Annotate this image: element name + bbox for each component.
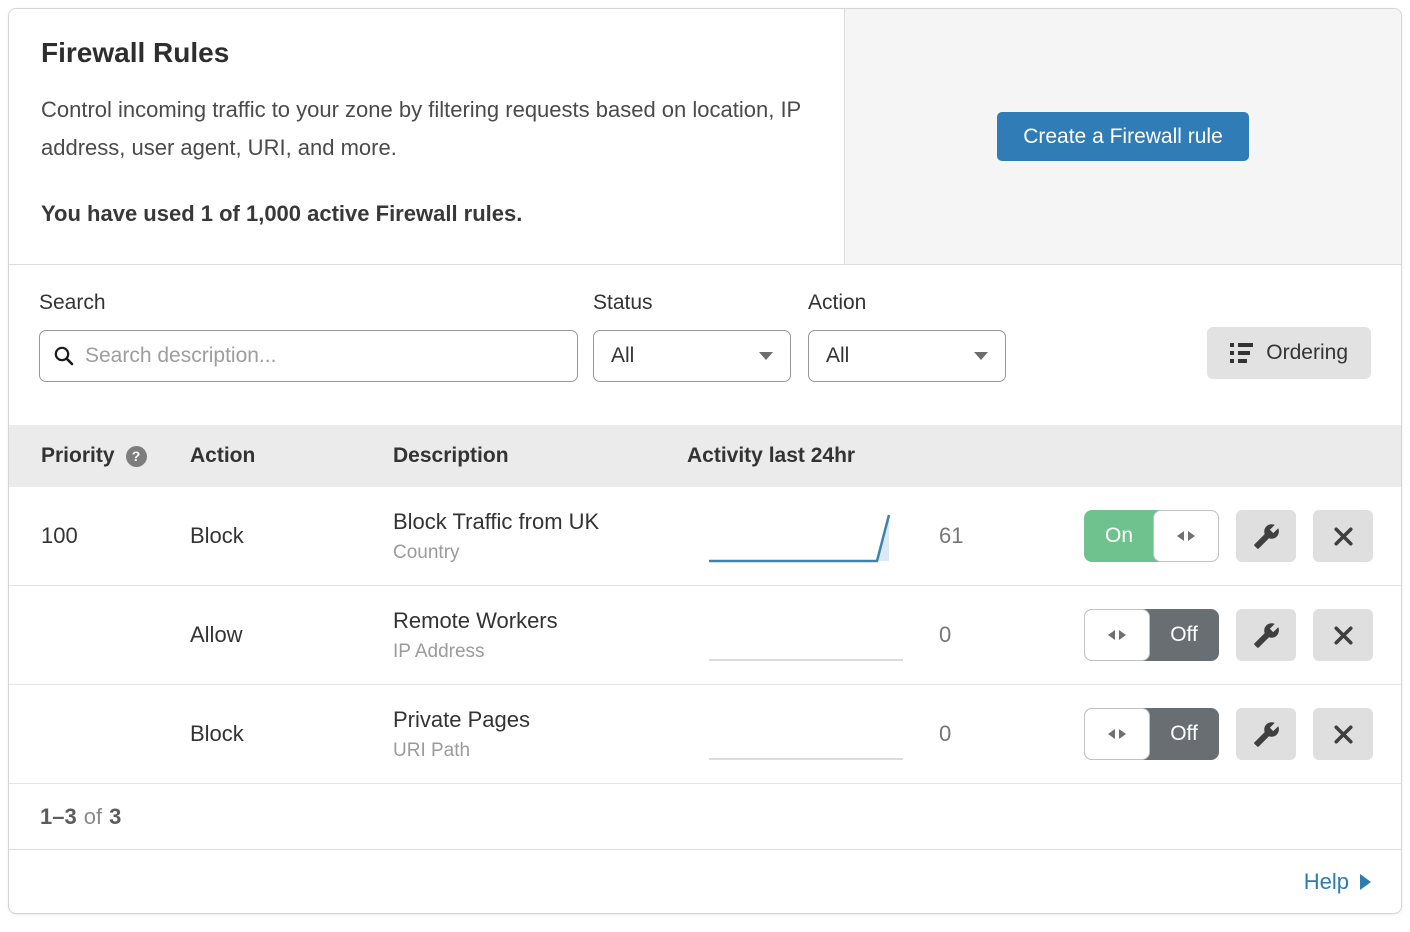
header-text-block: Firewall Rules Control incoming traffic …	[9, 9, 845, 264]
activity-sparkline	[707, 705, 905, 763]
description-cell: Block Traffic from UK Country	[393, 509, 687, 564]
header-section: Firewall Rules Control incoming traffic …	[9, 9, 1401, 265]
search-filter-group: Search	[39, 291, 578, 382]
delete-rule-button[interactable]	[1313, 708, 1373, 760]
status-label: Status	[593, 291, 791, 315]
activity-count: 0	[939, 622, 983, 648]
edit-rule-button[interactable]	[1236, 708, 1296, 760]
delete-rule-button[interactable]	[1313, 510, 1373, 562]
status-filter-group: Status All	[593, 291, 791, 382]
close-icon	[1331, 722, 1356, 747]
wrench-icon	[1253, 523, 1280, 550]
filter-bar: Search Status All Action All	[9, 265, 1401, 425]
status-selected-value: All	[611, 344, 634, 368]
activity-sparkline	[707, 507, 905, 565]
help-link[interactable]: Help	[1304, 869, 1371, 895]
pagination-total: 3	[109, 804, 121, 830]
activity-cell: 0 Off	[687, 606, 1401, 664]
page-description: Control incoming traffic to your zone by…	[41, 91, 812, 167]
action-filter-group: Action All	[808, 291, 1006, 382]
edit-rule-button[interactable]	[1236, 510, 1296, 562]
toggle-knob[interactable]	[1153, 510, 1219, 562]
create-firewall-rule-button[interactable]: Create a Firewall rule	[997, 112, 1249, 161]
activity-count: 61	[939, 523, 983, 549]
pagination-of: of	[84, 804, 102, 830]
action-selected-value: All	[826, 344, 849, 368]
rule-match-type: Country	[393, 542, 687, 564]
action-label: Action	[808, 291, 1006, 315]
table-row: 100 Block Block Traffic from UK Country …	[9, 487, 1401, 586]
search-icon	[53, 345, 75, 367]
wrench-icon	[1253, 721, 1280, 748]
search-input[interactable]	[85, 344, 564, 368]
firewall-rules-panel: Firewall Rules Control incoming traffic …	[8, 8, 1402, 914]
table-row: Allow Remote Workers IP Address 0 Off	[9, 586, 1401, 685]
description-cell: Remote Workers IP Address	[393, 608, 687, 663]
drag-handle-icon	[1108, 729, 1115, 739]
row-controls: Off	[1084, 708, 1373, 760]
column-description: Description	[393, 444, 687, 468]
table-row: Block Private Pages URI Path 0 Off	[9, 685, 1401, 784]
drag-handle-icon	[1119, 630, 1126, 640]
activity-sparkline	[707, 606, 905, 664]
rule-description: Private Pages	[393, 707, 687, 733]
activity-cell: 0 Off	[687, 705, 1401, 763]
pagination-bar: 1–3 of 3	[9, 784, 1401, 850]
drag-handle-icon	[1177, 531, 1184, 541]
rule-match-type: IP Address	[393, 641, 687, 663]
header-action-panel: Create a Firewall rule	[845, 9, 1401, 264]
help-link-label: Help	[1304, 869, 1349, 895]
search-box	[39, 330, 578, 382]
chevron-right-icon	[1360, 874, 1371, 890]
priority-header-label: Priority	[41, 444, 115, 468]
pagination-range: 1–3	[40, 804, 77, 830]
chevron-down-icon	[974, 352, 988, 360]
close-icon	[1331, 524, 1356, 549]
usage-summary: You have used 1 of 1,000 active Firewall…	[41, 201, 812, 227]
drag-handle-icon	[1108, 630, 1115, 640]
edit-rule-button[interactable]	[1236, 609, 1296, 661]
toggle-knob[interactable]	[1084, 708, 1150, 760]
ordering-button[interactable]: Ordering	[1207, 327, 1371, 379]
ordering-button-label: Ordering	[1266, 341, 1348, 365]
activity-count: 0	[939, 721, 983, 747]
close-icon	[1331, 623, 1356, 648]
activity-cell: 61 On	[687, 507, 1401, 565]
row-controls: Off	[1084, 609, 1373, 661]
search-label: Search	[39, 291, 578, 315]
rule-enabled-toggle[interactable]: On	[1084, 510, 1219, 562]
toggle-state-label: On	[1084, 510, 1154, 562]
status-select[interactable]: All	[593, 330, 791, 382]
action-select[interactable]: All	[808, 330, 1006, 382]
row-controls: On	[1084, 510, 1373, 562]
rule-enabled-toggle[interactable]: Off	[1084, 609, 1219, 661]
ordering-wrap: Ordering	[1207, 291, 1371, 379]
rule-match-type: URI Path	[393, 740, 687, 762]
column-priority: Priority ?	[9, 444, 190, 468]
toggle-state-label: Off	[1149, 708, 1219, 760]
table-header: Priority ? Action Description Activity l…	[9, 425, 1401, 487]
rule-description: Block Traffic from UK	[393, 509, 687, 535]
column-action: Action	[190, 444, 393, 468]
rule-enabled-toggle[interactable]: Off	[1084, 708, 1219, 760]
toggle-knob[interactable]	[1084, 609, 1150, 661]
description-cell: Private Pages URI Path	[393, 707, 687, 762]
help-circle-icon[interactable]: ?	[126, 446, 147, 467]
page-title: Firewall Rules	[41, 37, 812, 69]
action-value: Block	[190, 523, 393, 549]
column-activity: Activity last 24hr	[687, 444, 1401, 468]
action-value: Allow	[190, 622, 393, 648]
chevron-down-icon	[759, 352, 773, 360]
delete-rule-button[interactable]	[1313, 609, 1373, 661]
wrench-icon	[1253, 622, 1280, 649]
action-value: Block	[190, 721, 393, 747]
drag-handle-icon	[1188, 531, 1195, 541]
drag-handle-icon	[1119, 729, 1126, 739]
ordered-list-icon	[1230, 343, 1253, 363]
help-bar: Help	[9, 850, 1401, 913]
priority-value: 100	[9, 523, 190, 549]
toggle-state-label: Off	[1149, 609, 1219, 661]
rule-description: Remote Workers	[393, 608, 687, 634]
